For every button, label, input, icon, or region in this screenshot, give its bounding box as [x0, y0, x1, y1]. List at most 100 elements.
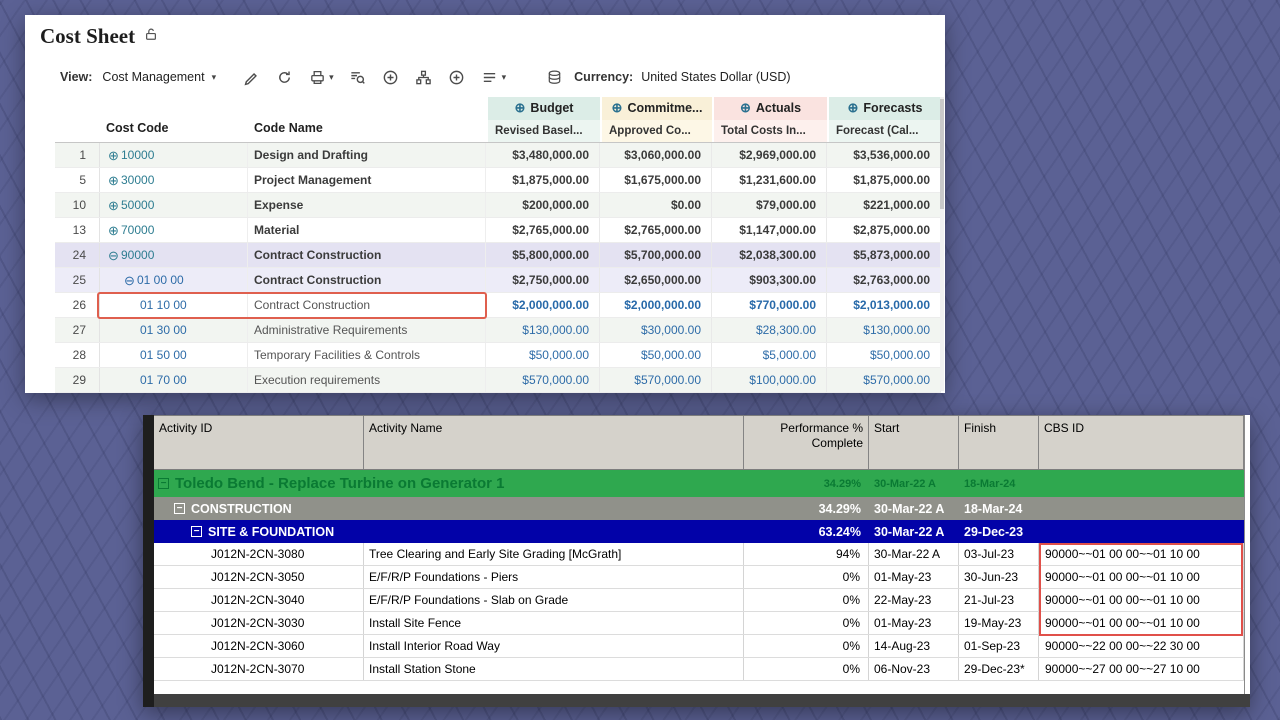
col-activity-id[interactable]: Activity ID	[154, 416, 364, 469]
expand-column-icon[interactable]	[515, 100, 526, 116]
activity-row[interactable]: J012N-2CN-3070 Install Station Stone 0% …	[154, 658, 1244, 681]
commitment-value: $570,000.00	[600, 368, 712, 392]
row-number-header	[55, 97, 100, 142]
performance-header-line1: Performance %	[749, 421, 863, 436]
expand-icon[interactable]	[106, 149, 121, 162]
menu-icon[interactable]	[481, 68, 499, 86]
code-name: Contract Construction	[248, 268, 486, 292]
activity-name: E/F/R/P Foundations - Piers	[364, 566, 744, 588]
activity-id: J012N-2CN-3050	[154, 566, 364, 588]
activity-row[interactable]: J012N-2CN-3060 Install Interior Road Way…	[154, 635, 1244, 658]
activity-row[interactable]: J012N-2CN-3050 E/F/R/P Foundations - Pie…	[154, 566, 1244, 589]
print-icon[interactable]	[308, 68, 326, 86]
cost-row[interactable]: 10 50000 Expense $200,000.00 $0.00 $79,0…	[55, 193, 941, 218]
forecasts-subheader[interactable]: Forecast (Cal...	[827, 120, 941, 143]
cost-row-selected[interactable]: 26 01 10 00 Contract Construction $2,000…	[55, 293, 941, 318]
commitment-value: $2,650,000.00	[600, 268, 712, 292]
expand-column-icon[interactable]	[612, 100, 623, 116]
collapse-icon[interactable]	[191, 526, 202, 537]
actuals-group-header[interactable]: Actuals	[712, 97, 827, 120]
cost-row[interactable]: 24 90000 Contract Construction $5,800,00…	[55, 243, 941, 268]
add-icon[interactable]	[382, 68, 400, 86]
row-number: 10	[55, 193, 100, 217]
group-start: 30-Mar-22 A	[869, 470, 959, 497]
cost-code-link[interactable]: 01 00 00	[137, 273, 184, 287]
activity-percent: 0%	[744, 612, 869, 634]
expand-column-icon[interactable]	[848, 100, 859, 116]
activity-percent: 0%	[744, 566, 869, 588]
chevron-down-icon: ▾	[212, 72, 217, 83]
add-node-icon[interactable]	[448, 68, 466, 86]
cost-row[interactable]: 13 70000 Material $2,765,000.00 $2,765,0…	[55, 218, 941, 243]
col-activity-name[interactable]: Activity Name	[364, 416, 744, 469]
collapse-icon[interactable]	[174, 503, 185, 514]
window-bottom-edge	[154, 694, 1250, 707]
collapse-icon[interactable]	[106, 249, 121, 262]
cost-code-link[interactable]: 10000	[121, 148, 154, 162]
activity-cbs-id: 90000~~01 00 00~~01 10 00	[1039, 589, 1244, 611]
cost-code-cell: 10000	[100, 143, 248, 167]
activity-name: Install Site Fence	[364, 612, 744, 634]
actuals-value: $1,147,000.00	[712, 218, 827, 242]
cost-code-link[interactable]: 01 70 00	[140, 373, 187, 387]
actuals-subheader[interactable]: Total Costs In...	[712, 120, 827, 143]
col-finish[interactable]: Finish	[959, 416, 1039, 469]
cost-code-link[interactable]: 01 10 00	[140, 298, 187, 312]
hierarchy-icon[interactable]	[415, 68, 433, 86]
project-group-row[interactable]: Toledo Bend - Replace Turbine on Generat…	[154, 470, 1244, 497]
scrollbar-thumb[interactable]	[940, 99, 944, 209]
activity-finish: 01-Sep-23	[959, 635, 1039, 657]
forecasts-value: $5,873,000.00	[827, 243, 941, 267]
col-start[interactable]: Start	[869, 416, 959, 469]
refresh-icon[interactable]	[275, 68, 293, 86]
expand-icon[interactable]	[106, 174, 121, 187]
collapse-icon[interactable]	[122, 274, 137, 287]
commitments-group-header[interactable]: Commitme...	[600, 97, 712, 120]
expand-column-icon[interactable]	[740, 100, 751, 116]
cost-row[interactable]: 25 01 00 00 Contract Construction $2,750…	[55, 268, 941, 293]
collapse-icon[interactable]	[158, 478, 169, 489]
cost-code-link[interactable]: 01 30 00	[140, 323, 187, 337]
page-title: Cost Sheet	[40, 24, 135, 49]
schedule-window: Activity ID Activity Name Performance % …	[143, 415, 1250, 707]
cost-code-link[interactable]: 70000	[121, 223, 154, 237]
cost-row[interactable]: 1 10000 Design and Drafting $3,480,000.0…	[55, 143, 941, 168]
print-chevron-icon[interactable]: ▾	[329, 72, 334, 83]
code-name: Contract Construction	[248, 243, 486, 267]
edit-icon[interactable]	[242, 68, 260, 86]
activity-cbs-id: 90000~~22 00 00~~22 30 00	[1039, 635, 1244, 657]
commitment-value: $50,000.00	[600, 343, 712, 367]
cost-code-link[interactable]: 01 50 00	[140, 348, 187, 362]
col-performance[interactable]: Performance % Complete	[744, 416, 869, 469]
activity-row[interactable]: J012N-2CN-3040 E/F/R/P Foundations - Sla…	[154, 589, 1244, 612]
forecasts-group-header[interactable]: Forecasts	[827, 97, 941, 120]
performance-header-line2: Complete	[749, 436, 863, 451]
commitments-subheader[interactable]: Approved Co...	[600, 120, 712, 143]
cost-code-link[interactable]: 50000	[121, 198, 154, 212]
wbs-group-row[interactable]: CONSTRUCTION 34.29% 30-Mar-22 A 18-Mar-2…	[154, 497, 1244, 520]
col-group-forecasts: Forecasts Forecast (Cal...	[827, 97, 941, 142]
activity-row[interactable]: J012N-2CN-3030 Install Site Fence 0% 01-…	[154, 612, 1244, 635]
cost-row[interactable]: 5 30000 Project Management $1,875,000.00…	[55, 168, 941, 193]
menu-chevron-icon[interactable]: ▾	[502, 72, 507, 83]
cost-code-link[interactable]: 30000	[121, 173, 154, 187]
cost-row[interactable]: 29 01 70 00 Execution requirements $570,…	[55, 368, 941, 393]
cost-row[interactable]: 28 01 50 00 Temporary Facilities & Contr…	[55, 343, 941, 368]
cost-code-link[interactable]: 90000	[121, 248, 154, 262]
budget-subheader[interactable]: Revised Basel...	[486, 120, 600, 143]
activity-finish: 21-Jul-23	[959, 589, 1039, 611]
activity-row[interactable]: J012N-2CN-3080 Tree Clearing and Early S…	[154, 543, 1244, 566]
vertical-scrollbar[interactable]	[940, 97, 944, 391]
filter-search-icon[interactable]	[349, 68, 367, 86]
wbs-group-row[interactable]: SITE & FOUNDATION 63.24% 30-Mar-22 A 29-…	[154, 520, 1244, 543]
budget-group-header[interactable]: Budget	[486, 97, 600, 120]
activity-start: 30-Mar-22 A	[869, 543, 959, 565]
cost-row[interactable]: 27 01 30 00 Administrative Requirements …	[55, 318, 941, 343]
commitment-value: $5,700,000.00	[600, 243, 712, 267]
view-dropdown[interactable]: Cost Management ▾	[102, 70, 216, 84]
cost-code-cell: 90000	[100, 243, 248, 267]
col-cbs-id[interactable]: CBS ID	[1039, 416, 1244, 469]
expand-icon[interactable]	[106, 224, 121, 237]
expand-icon[interactable]	[106, 199, 121, 212]
budget-value: $2,000,000.00	[486, 293, 600, 317]
